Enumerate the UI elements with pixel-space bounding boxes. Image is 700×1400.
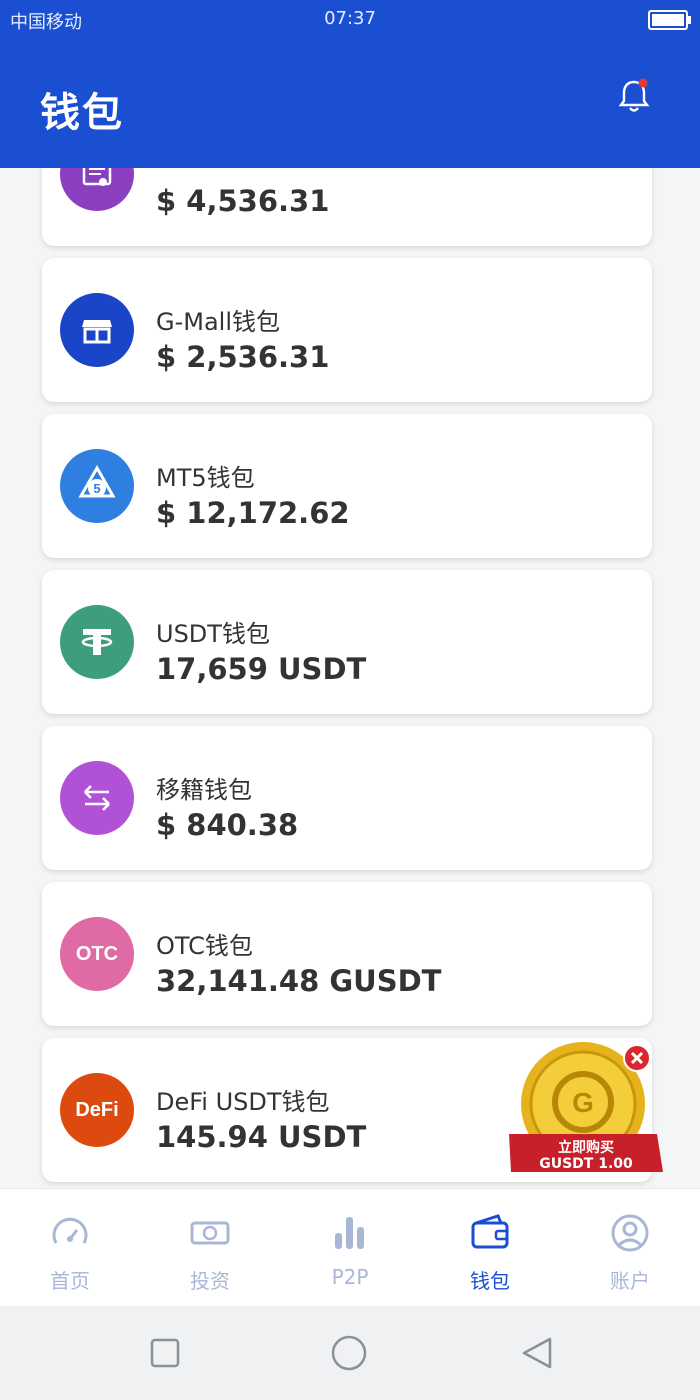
- app-bar: 中国移动 07:37 钱包: [0, 0, 700, 168]
- wallet-amount: $ 4,536.31: [156, 184, 330, 218]
- notification-bell-icon[interactable]: [616, 76, 652, 116]
- wallet-name: MT5钱包: [156, 464, 255, 492]
- mt5-logo-icon: 5: [60, 449, 134, 523]
- wallet-amount: 17,659 USDT: [156, 652, 367, 686]
- wallet-amount: $ 840.38: [156, 808, 299, 842]
- wallet-icon: [471, 1214, 509, 1249]
- nav-account[interactable]: 账户: [560, 1189, 700, 1307]
- wallet-list[interactable]: $ 4,536.31 G-Mall钱包 $ 2,536.31 5 MT5钱包 $…: [0, 168, 700, 1188]
- wallet-name: OTC钱包: [156, 932, 253, 960]
- otc-icon: OTC: [60, 917, 134, 991]
- nav-label: 账户: [610, 1269, 650, 1293]
- nav-invest[interactable]: 投资: [140, 1189, 280, 1307]
- wallet-card-unknown[interactable]: $ 4,536.31: [42, 168, 652, 246]
- dashboard-icon: [52, 1217, 88, 1244]
- nav-p2p[interactable]: P2P: [280, 1189, 420, 1307]
- nav-home[interactable]: 首页: [0, 1189, 140, 1307]
- bottom-nav: 首页 投资 P2P 钱包 账户: [0, 1188, 700, 1307]
- wallet-card-gmall[interactable]: G-Mall钱包 $ 2,536.31: [42, 258, 652, 402]
- status-bar: 中国移动 07:37: [0, 6, 700, 34]
- system-nav-bar: [0, 1306, 700, 1400]
- nav-label: 首页: [50, 1269, 90, 1293]
- wallet-amount: 32,141.48 GUSDT: [156, 964, 442, 998]
- wallet-name: 移籍钱包: [156, 776, 252, 804]
- wallet-card-mt5[interactable]: 5 MT5钱包 $ 12,172.62: [42, 414, 652, 558]
- nav-wallet[interactable]: 钱包: [420, 1189, 560, 1307]
- nav-label: P2P: [331, 1265, 369, 1289]
- user-icon: [611, 1214, 649, 1252]
- battery-icon: [648, 10, 691, 30]
- home-icon[interactable]: [331, 1335, 367, 1371]
- promo-buy-label: 立即购买: [558, 1140, 614, 1156]
- wallet-name: USDT钱包: [156, 620, 270, 648]
- bar-chart-icon: [335, 1217, 364, 1249]
- promo-price-label: GUSDT 1.00: [539, 1156, 633, 1172]
- wallet-card-transfer[interactable]: 移籍钱包 $ 840.38: [42, 726, 652, 870]
- defi-icon: DeFi: [60, 1073, 134, 1147]
- store-icon: [60, 293, 134, 367]
- close-icon[interactable]: [623, 1044, 651, 1072]
- clock: 07:37: [324, 8, 376, 29]
- gusdt-promo-badge[interactable]: G 立即购买 GUSDT 1.00: [505, 1042, 665, 1182]
- wallet-amount: $ 2,536.31: [156, 340, 330, 374]
- svg-text:5: 5: [93, 481, 100, 496]
- back-icon[interactable]: [520, 1336, 554, 1370]
- certificate-icon: [60, 168, 134, 211]
- wallet-name: G-Mall钱包: [156, 308, 281, 336]
- transfer-arrows-icon: [60, 761, 134, 835]
- nav-label: 钱包: [470, 1269, 510, 1293]
- page-title: 钱包: [40, 90, 124, 136]
- tether-icon: [60, 605, 134, 679]
- wallet-name: DeFi USDT钱包: [156, 1088, 330, 1116]
- wallet-card-usdt[interactable]: USDT钱包 17,659 USDT: [42, 570, 652, 714]
- banknote-icon: [190, 1221, 230, 1245]
- wallet-amount: $ 12,172.62: [156, 496, 350, 530]
- wallet-card-otc[interactable]: OTC OTC钱包 32,141.48 GUSDT: [42, 882, 652, 1026]
- nav-label: 投资: [190, 1269, 230, 1293]
- recent-apps-icon[interactable]: [150, 1338, 180, 1368]
- svg-text:G: G: [572, 1087, 594, 1118]
- wallet-amount: 145.94 USDT: [156, 1120, 367, 1154]
